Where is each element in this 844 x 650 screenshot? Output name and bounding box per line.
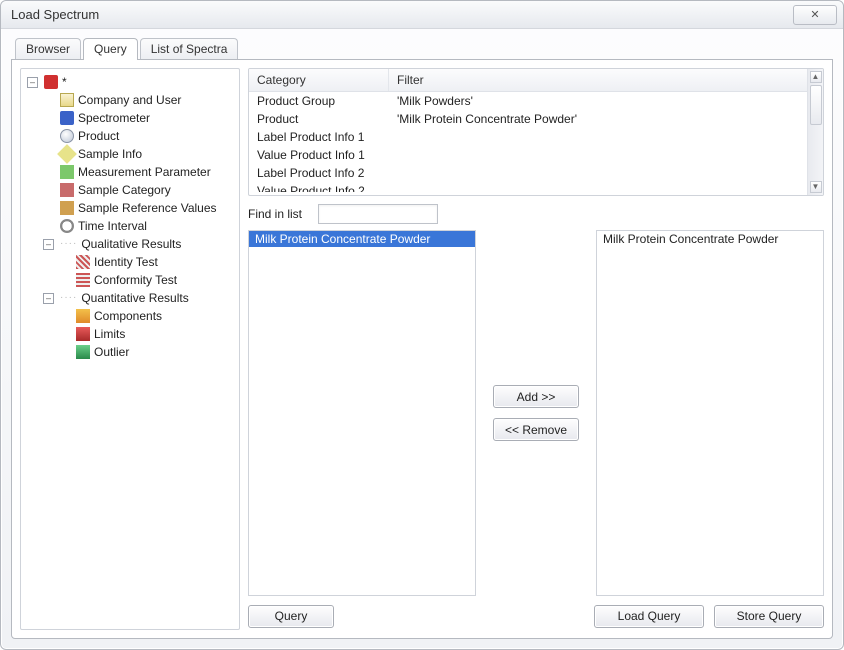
bottom-bar: Query Load Query Store Query — [248, 602, 824, 630]
company-icon — [60, 93, 74, 107]
dots-icon: ···· — [60, 235, 77, 253]
tree-item-limits[interactable]: Limits — [57, 325, 239, 343]
query-button[interactable]: Query — [248, 605, 334, 628]
tree-item-outlier[interactable]: Outlier — [57, 343, 239, 361]
tree-item-spectrometer[interactable]: Spectrometer — [41, 109, 239, 127]
tab-container: Browser Query List of Spectra – — [11, 37, 833, 639]
bottom-right-buttons: Load Query Store Query — [594, 605, 824, 628]
list-item[interactable]: Milk Protein Concentrate Powder — [249, 231, 475, 247]
filter-row[interactable]: Value Product Info 1 — [249, 146, 823, 164]
add-button[interactable]: Add >> — [493, 385, 579, 408]
filter-row[interactable]: Label Product Info 1 — [249, 128, 823, 146]
filter-row[interactable]: Value Product Info 2 — [249, 182, 823, 192]
remove-button[interactable]: << Remove — [493, 418, 579, 441]
tree-item-sample-info[interactable]: Sample Info — [41, 145, 239, 163]
split-layout: – * Company and User Spectrometer Produc… — [12, 60, 832, 638]
close-icon: ✕ — [810, 8, 819, 21]
sample-info-icon — [57, 144, 77, 164]
reference-values-icon — [60, 201, 74, 215]
tabpanel-query: – * Company and User Spectrometer Produc… — [11, 59, 833, 639]
tree-item-sample-ref-values[interactable]: Sample Reference Values — [41, 199, 239, 217]
conformity-test-icon — [76, 273, 90, 287]
filter-row[interactable]: Label Product Info 2 — [249, 164, 823, 182]
filter-row[interactable]: Product'Milk Protein Concentrate Powder' — [249, 110, 823, 128]
tree-item-quantitative[interactable]: – ···· Quantitative Results — [41, 289, 239, 307]
col-header-category[interactable]: Category — [249, 69, 389, 91]
limits-icon — [76, 327, 90, 341]
measurement-icon — [60, 165, 74, 179]
right-pane: Category Filter Product Group'Milk Powde… — [248, 68, 824, 630]
tree-item-measurement-param[interactable]: Measurement Parameter — [41, 163, 239, 181]
find-label: Find in list — [248, 207, 302, 221]
tree: – * Company and User Spectrometer Produc… — [21, 73, 239, 361]
filter-body: Product Group'Milk Powders' Product'Milk… — [249, 92, 823, 192]
find-input[interactable] — [318, 204, 438, 224]
tab-list-of-spectra[interactable]: List of Spectra — [140, 38, 239, 60]
col-header-filter[interactable]: Filter — [389, 69, 823, 91]
collapse-icon[interactable]: – — [43, 293, 54, 304]
tree-item-conformity-test[interactable]: Conformity Test — [57, 271, 239, 289]
folder-icon — [44, 75, 58, 89]
tree-item-product[interactable]: Product — [41, 127, 239, 145]
tree-root[interactable]: – * — [25, 73, 239, 91]
filter-table[interactable]: Category Filter Product Group'Milk Powde… — [248, 68, 824, 196]
collapse-icon[interactable]: – — [43, 239, 54, 250]
close-button[interactable]: ✕ — [793, 5, 837, 25]
tree-item-identity-test[interactable]: Identity Test — [57, 253, 239, 271]
client-area: Browser Query List of Spectra – — [11, 37, 833, 639]
collapse-icon[interactable]: – — [27, 77, 38, 88]
dots-icon: ···· — [60, 289, 77, 307]
dialog-load-spectrum: Load Spectrum ✕ Browser Query List of Sp… — [0, 0, 844, 650]
spectrometer-icon — [60, 111, 74, 125]
sample-category-icon — [60, 183, 74, 197]
filter-row[interactable]: Product Group'Milk Powders' — [249, 92, 823, 110]
lists-area: Milk Protein Concentrate Powder Add >> <… — [248, 230, 824, 596]
tab-query[interactable]: Query — [83, 38, 138, 60]
tree-pane[interactable]: – * Company and User Spectrometer Produc… — [20, 68, 240, 630]
tree-item-company-user[interactable]: Company and User — [41, 91, 239, 109]
window-title: Load Spectrum — [11, 7, 99, 22]
mover-buttons: Add >> << Remove — [484, 230, 588, 596]
outlier-icon — [76, 345, 90, 359]
selected-list[interactable]: Milk Protein Concentrate Powder — [596, 230, 824, 596]
product-icon — [60, 129, 74, 143]
identity-test-icon — [76, 255, 90, 269]
tree-item-time-interval[interactable]: Time Interval — [41, 217, 239, 235]
store-query-button[interactable]: Store Query — [714, 605, 824, 628]
filter-header-row: Category Filter — [249, 69, 823, 92]
tree-root-label: * — [62, 73, 67, 91]
clock-icon — [60, 219, 74, 233]
tree-item-sample-category[interactable]: Sample Category — [41, 181, 239, 199]
scrollbar[interactable]: ▲ ▼ — [807, 69, 823, 195]
scroll-thumb[interactable] — [810, 85, 822, 125]
scroll-down-icon[interactable]: ▼ — [810, 181, 822, 193]
load-query-button[interactable]: Load Query — [594, 605, 704, 628]
list-item[interactable]: Milk Protein Concentrate Powder — [597, 231, 823, 247]
titlebar: Load Spectrum ✕ — [1, 1, 843, 29]
tree-item-qualitative[interactable]: – ···· Qualitative Results — [41, 235, 239, 253]
find-row: Find in list — [248, 204, 824, 224]
available-list[interactable]: Milk Protein Concentrate Powder — [248, 230, 476, 596]
tab-browser[interactable]: Browser — [15, 38, 81, 60]
scroll-up-icon[interactable]: ▲ — [810, 71, 822, 83]
tabstrip: Browser Query List of Spectra — [11, 37, 833, 59]
components-icon — [76, 309, 90, 323]
tree-item-components[interactable]: Components — [57, 307, 239, 325]
